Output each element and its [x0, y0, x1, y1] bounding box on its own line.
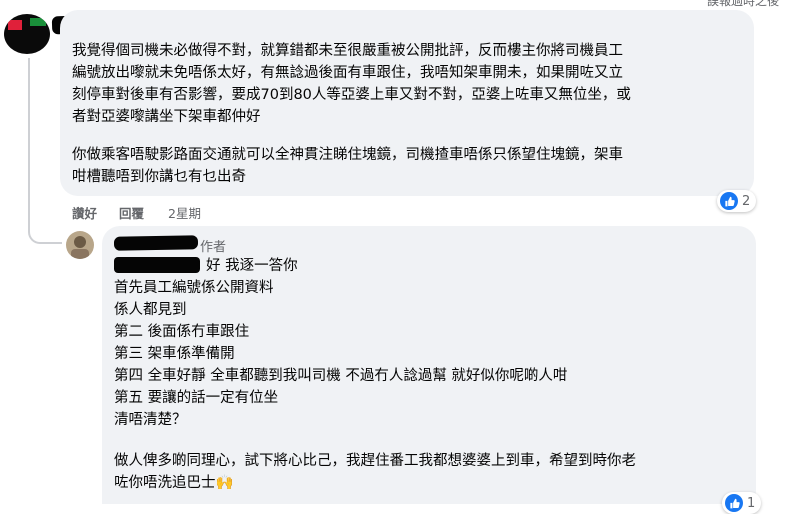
commenter-avatar[interactable]	[4, 14, 50, 54]
reply-text-line: 首先員工編號係公開資料	[114, 280, 274, 296]
reaction-count: 2	[742, 193, 751, 209]
comment-text-line: 我覺得個司機未必做得不對，就算錯都未至很嚴重被公開批評，反而樓主你將司機員工	[72, 43, 623, 59]
reply-text-line: 第二 後面係冇車跟住	[114, 324, 250, 340]
redacted-name	[113, 235, 199, 251]
clipped-header-text: 誤報過時之後	[706, 0, 779, 8]
reply-text-line: 第三 架車係準備開	[114, 346, 235, 362]
redacted-mention	[114, 257, 200, 273]
like-thumb-icon	[720, 192, 738, 210]
reaction-summary[interactable]: 1	[722, 492, 762, 514]
comment-text-line: 你做乘客唔駛影路面交通就可以全神貫注睇住塊鏡，司機揸車唔係只係望住塊鏡，架車	[72, 147, 623, 163]
reaction-count: 1	[747, 495, 756, 511]
reply-text-line: 好 我逐一答你	[206, 258, 298, 274]
reply-text-line: 第五 要讓的話一定有位坐	[114, 390, 279, 406]
like-thumb-icon	[725, 494, 743, 512]
reply-text-line: 清唔清楚？	[114, 412, 187, 428]
author-badge: 作者	[200, 240, 227, 255]
comment-text-line: 編號放出嚟就未免唔係太好，有無諗過後面有車跟住，我唔知架車開未，如果開咗又立	[72, 65, 623, 81]
timestamp[interactable]: 2星期	[168, 203, 201, 222]
reaction-summary[interactable]: 2	[717, 190, 757, 212]
author-avatar[interactable]	[66, 231, 94, 259]
comment-text-line: 者對亞婆嚟講坐下架車都仲好	[72, 109, 261, 125]
reply-text-line: 第四 全車好靜 全車都聽到我叫司機 不過冇人諗過幫 就好似你呢啲人咁	[114, 368, 568, 384]
reply-text-line: 咗你唔洗追巴士🙌	[114, 475, 234, 491]
reply-button[interactable]: 回覆	[119, 203, 144, 222]
comment-text-line: 咁槽聽唔到你講乜有乜出奇	[72, 169, 246, 185]
reply-text-line: 做人俾多啲同理心，試下將心比己，我趕住番工我都想婆婆上到車，希望到時你老	[114, 453, 636, 469]
thread-connector	[28, 220, 62, 244]
like-button[interactable]: 讚好	[72, 203, 97, 222]
reply-text-line: 係人都見到	[114, 302, 187, 318]
comment-text-line: 刻停車對後車有否影響，要成70到80人等亞婆上車又對不對，亞婆上咗車又無位坐，或	[72, 87, 631, 103]
comment-bubble: 我覺得個司機未必做得不對，就算錯都未至很嚴重被公開批評，反而樓主你將司機員工 編…	[60, 10, 754, 196]
thread-line	[28, 58, 30, 222]
reply-bubble: 好 我逐一答你 首先員工編號係公開資料 係人都見到 第二 後面係冇車跟住 第三 …	[102, 226, 756, 504]
